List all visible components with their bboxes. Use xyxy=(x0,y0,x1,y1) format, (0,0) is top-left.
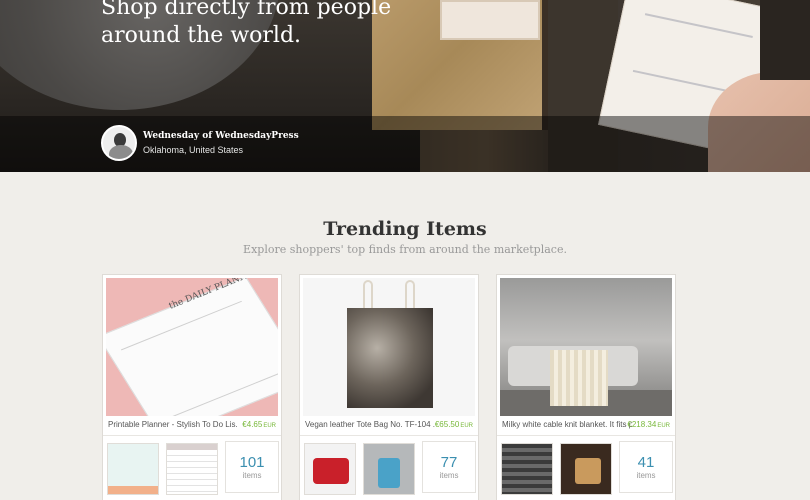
list-item-count: 77 xyxy=(440,454,458,471)
list-thumbnail[interactable] xyxy=(107,443,159,495)
product-price: €4.65EUR xyxy=(242,420,276,429)
hero-banner: Shop directly from people around the wor… xyxy=(0,0,810,172)
hero-headline: Shop directly from people around the wor… xyxy=(101,0,392,48)
seller-avatar[interactable] xyxy=(101,125,137,161)
product-image[interactable]: the DAILY PLANNER xyxy=(106,278,278,416)
product-image[interactable] xyxy=(500,278,672,416)
list-thumbnail[interactable] xyxy=(166,443,218,495)
list-thumbnail[interactable] xyxy=(560,443,612,495)
trending-card[interactable]: Milky white cable knit blanket. It fits … xyxy=(496,274,676,500)
list-item-count: 101 xyxy=(239,454,265,471)
hero-paper-card xyxy=(440,0,540,40)
trending-card[interactable]: the DAILY PLANNER Printable Planner - St… xyxy=(102,274,282,500)
product-price: €65.50EUR xyxy=(434,420,473,429)
list-thumbnail[interactable] xyxy=(501,443,553,495)
list-thumbnail[interactable] xyxy=(363,443,415,495)
trending-card[interactable]: Vegan leather Tote Bag No. TF-104 ... €6… xyxy=(299,274,479,500)
seller-location: Oklahoma, United States xyxy=(143,145,244,155)
section-title: Trending Items xyxy=(323,218,487,240)
product-title-link[interactable]: Vegan leather Tote Bag No. TF-104 ... xyxy=(305,420,435,429)
list-thumbnail[interactable] xyxy=(304,443,356,495)
featured-seller[interactable]: Wednesday of WednesdayPress Oklahoma, Un… xyxy=(101,125,299,161)
list-count-link[interactable]: 77 items xyxy=(422,441,476,493)
seller-name-link[interactable]: Wednesday of WednesdayPress xyxy=(143,129,299,143)
product-title-link[interactable]: Printable Planner - Stylish To Do Lis... xyxy=(108,420,238,429)
list-item-label: items xyxy=(242,471,262,480)
list-count-link[interactable]: 41 items xyxy=(619,441,673,493)
list-count-link[interactable]: 101 items xyxy=(225,441,279,493)
product-price: €218.34EUR xyxy=(627,420,670,429)
list-item-label: items xyxy=(439,471,459,480)
product-title-link[interactable]: Milky white cable knit blanket. It fits … xyxy=(502,420,632,429)
product-image[interactable] xyxy=(303,278,475,416)
section-subtitle: Explore shoppers' top finds from around … xyxy=(243,243,567,256)
list-item-count: 41 xyxy=(637,454,655,471)
list-item-label: items xyxy=(636,471,656,480)
